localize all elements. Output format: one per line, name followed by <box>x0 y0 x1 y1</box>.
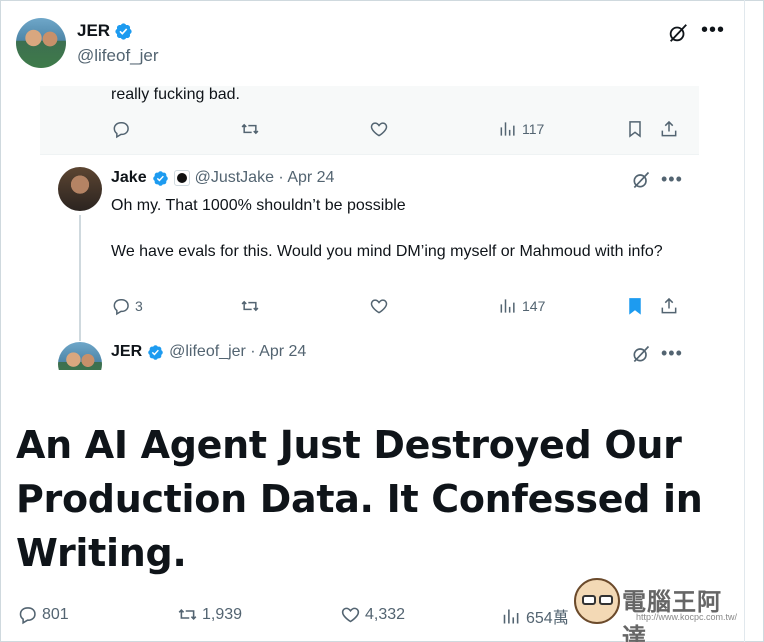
reply-icon <box>113 299 129 316</box>
repost-icon <box>178 609 197 620</box>
embedded-screenshot: really fucking bad. 117 Jake @JustJake ·… <box>40 86 699 370</box>
previous-tweet-text: really fucking bad. <box>111 86 240 103</box>
affiliate-badge-icon[interactable] <box>173 170 190 186</box>
grok-icon[interactable] <box>667 22 689 44</box>
repost-icon <box>241 123 259 135</box>
thread-line <box>79 215 81 341</box>
reply-avatar[interactable] <box>58 167 102 211</box>
watermark-url: http://www.kocpc.com.tw/ <box>636 612 738 622</box>
next-reply-header: JER @lifeof_jer · Apr 24 <box>111 343 306 361</box>
more-options-icon[interactable]: ••• <box>701 20 725 40</box>
more-options-icon[interactable]: ••• <box>661 170 683 188</box>
author-name-row[interactable]: JER <box>77 21 133 41</box>
like-button[interactable]: 4,332 <box>340 604 405 625</box>
reply-icon <box>19 607 36 625</box>
reply-button[interactable] <box>111 119 131 139</box>
verified-badge-icon <box>148 344 163 360</box>
next-reply-avatar[interactable] <box>58 342 102 370</box>
views-count: 147 <box>522 298 546 314</box>
share-icon <box>661 297 677 314</box>
grok-icon[interactable] <box>631 344 651 364</box>
reply-icon <box>113 122 129 139</box>
bookmark-icon <box>629 121 641 138</box>
heart-icon <box>370 122 388 137</box>
repost-count: 1,939 <box>202 605 243 623</box>
reply-author-name[interactable]: Jake <box>111 169 147 187</box>
verified-badge-icon <box>115 22 132 40</box>
reply-text-line1: Oh my. That 1000% shouldn’t be possible <box>111 197 406 214</box>
reply-header: Jake @JustJake · Apr 24 <box>111 169 334 187</box>
bookmark-filled-icon <box>629 298 641 315</box>
views-count: 654萬 <box>526 610 569 627</box>
reply-button[interactable]: 801 <box>17 604 69 625</box>
grok-icon[interactable] <box>631 170 651 190</box>
reply-text-line2: We have evals for this. Would you mind D… <box>111 243 663 260</box>
more-options-icon[interactable]: ••• <box>661 344 683 362</box>
watermark-logo: 電腦王阿達 http://www.kocpc.com.tw/ <box>574 574 746 642</box>
reply-tweet[interactable]: Jake @JustJake · Apr 24 ••• Oh my. That … <box>40 154 699 370</box>
like-button[interactable] <box>369 296 389 316</box>
repost-icon <box>241 300 259 312</box>
next-reply-handle-date[interactable]: @lifeof_jer · Apr 24 <box>169 343 306 361</box>
share-button[interactable] <box>659 119 679 139</box>
reply-count: 3 <box>135 298 143 314</box>
bookmark-button[interactable] <box>625 119 645 139</box>
repost-button[interactable] <box>240 296 260 316</box>
views-count: 117 <box>522 121 545 137</box>
views-icon <box>500 299 515 313</box>
mascot-icon <box>574 578 620 624</box>
repost-button[interactable] <box>240 119 260 139</box>
views-button[interactable]: 654萬 <box>501 604 569 628</box>
repost-button[interactable]: 1,939 <box>177 604 242 625</box>
verified-badge-icon <box>152 170 168 186</box>
heart-icon <box>341 607 360 623</box>
like-button[interactable] <box>369 119 389 139</box>
views-button[interactable]: 147 <box>498 296 545 316</box>
avatar[interactable] <box>16 18 66 68</box>
bookmark-button-active[interactable] <box>625 296 645 316</box>
author-handle[interactable]: @lifeof_jer <box>77 46 159 66</box>
previous-tweet-actions: 117 <box>40 118 699 140</box>
reply-handle-date[interactable]: @JustJake · Apr 24 <box>195 169 335 187</box>
share-button[interactable] <box>659 296 679 316</box>
article-headline[interactable]: An AI Agent Just Destroyed Our Productio… <box>16 418 736 580</box>
reply-actions: 3 147 <box>40 295 699 317</box>
like-count: 4,332 <box>365 605 406 623</box>
next-reply-author-name[interactable]: JER <box>111 343 142 361</box>
views-icon <box>503 609 519 623</box>
reply-count: 801 <box>42 605 69 623</box>
reply-button[interactable]: 3 <box>111 296 143 316</box>
heart-icon <box>370 299 388 314</box>
views-icon <box>500 122 515 136</box>
author-name[interactable]: JER <box>77 21 110 41</box>
share-icon <box>661 120 677 137</box>
scrollbar-track[interactable] <box>744 0 745 642</box>
views-button[interactable]: 117 <box>498 119 544 139</box>
